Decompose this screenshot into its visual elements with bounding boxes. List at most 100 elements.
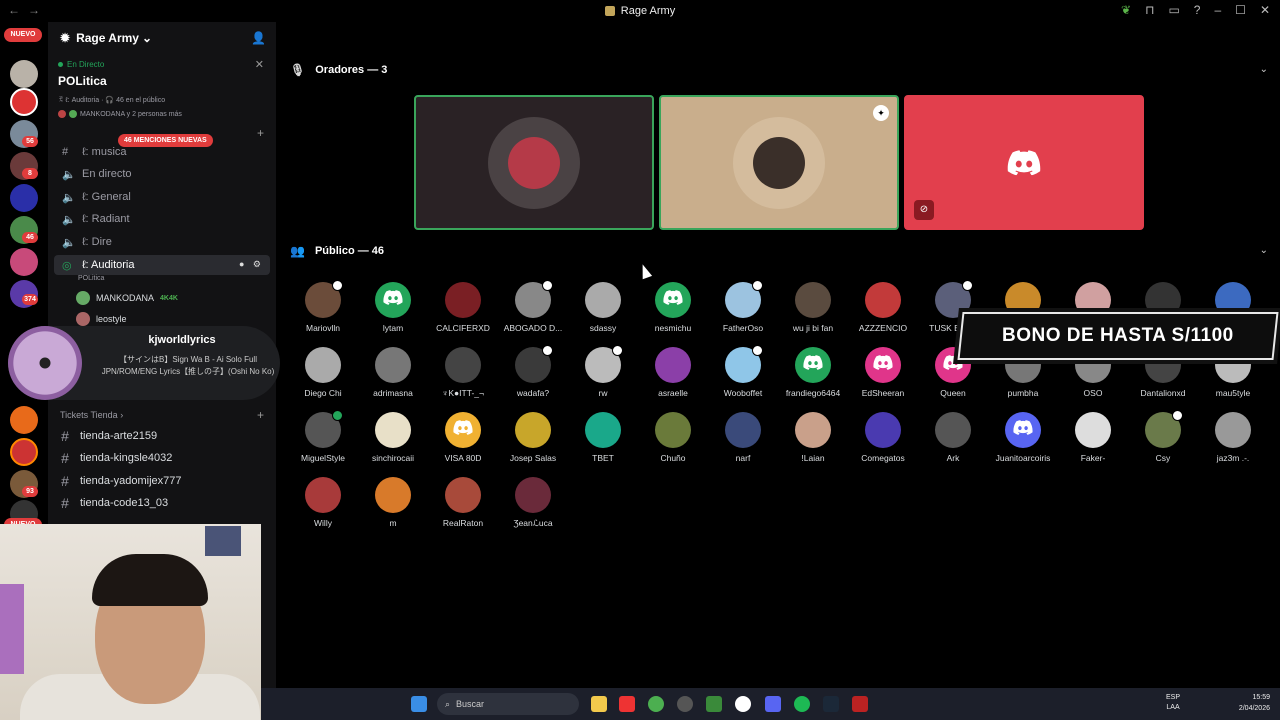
speaker-tile[interactable] xyxy=(414,95,654,230)
text-channel[interactable]: # tienda-arte2159 xyxy=(58,426,157,446)
audience-member[interactable]: RealRaton xyxy=(428,477,498,528)
audience-member[interactable]: jaz3m .-. xyxy=(1198,412,1268,463)
file-explorer-icon[interactable] xyxy=(591,696,607,712)
text-channel[interactable]: # tienda-kingsle4032 xyxy=(58,448,172,468)
audience-member[interactable]: Diego Chi xyxy=(288,347,358,398)
audience-member[interactable]: lytam xyxy=(358,282,428,333)
channel-radiant[interactable]: 🔈 ℓ: Radiant xyxy=(54,209,270,229)
member-mankodana[interactable]: MANKODANA 4K4K xyxy=(76,289,178,307)
taskbar-search[interactable]: ⌕ Buscar xyxy=(437,693,579,715)
server-icon-10[interactable] xyxy=(10,438,38,466)
audience-member[interactable]: m xyxy=(358,477,428,528)
language-indicator[interactable]: ESP LAA xyxy=(1166,693,1180,713)
clock[interactable]: 15:59 2/04/2026 xyxy=(1239,692,1270,714)
audience-member[interactable]: wadafa? xyxy=(498,345,568,398)
leaf-icon[interactable]: ❦ xyxy=(1121,3,1131,17)
text-channel[interactable]: # tienda-code13_03 xyxy=(58,493,168,513)
g-hub-icon[interactable] xyxy=(735,696,751,712)
audience-member[interactable]: Comegatos xyxy=(848,412,918,463)
audience-member[interactable]: ABOGADO D... xyxy=(498,280,568,333)
chevron-down-icon[interactable]: ⌄ xyxy=(1260,64,1268,75)
help-icon[interactable]: ? xyxy=(1194,3,1201,17)
audience-member[interactable]: asraelle xyxy=(638,347,708,398)
close-icon[interactable]: ✕ xyxy=(1260,3,1270,17)
server-icon-7[interactable] xyxy=(10,248,38,276)
audience-member[interactable]: sinchirocaii xyxy=(358,412,428,463)
audience-icon: 👥 xyxy=(290,244,305,258)
close-live-icon[interactable]: ✕ xyxy=(255,58,264,71)
audience-member[interactable]: nesmichu xyxy=(638,282,708,333)
avatar xyxy=(515,345,553,383)
audience-member[interactable]: frandiego6464 xyxy=(778,347,848,398)
audience-member[interactable]: EdSheeran xyxy=(848,347,918,398)
audience-member[interactable]: TBET xyxy=(568,412,638,463)
audience-member[interactable]: sdassy xyxy=(568,282,638,333)
dota-icon[interactable] xyxy=(852,696,868,712)
inbox-icon[interactable]: ▭ xyxy=(1168,3,1179,17)
avatar xyxy=(515,280,553,318)
audience-name: pumbha xyxy=(1007,388,1039,398)
audience-name: Queen xyxy=(940,388,966,398)
pin-icon[interactable]: ⊓ xyxy=(1145,3,1154,17)
avatar xyxy=(445,282,481,318)
audience-member[interactable]: FatherOso xyxy=(708,280,778,333)
audience-member[interactable]: Csy xyxy=(1128,410,1198,463)
add-ticket-channel-icon[interactable]: + xyxy=(257,408,264,422)
channel-dire[interactable]: 🔈 ℓ: Dire xyxy=(54,232,270,252)
chrome-icon[interactable] xyxy=(648,696,664,712)
server-icon-9[interactable] xyxy=(10,406,38,434)
audience-member[interactable]: MiguelStyle xyxy=(288,410,358,463)
text-channel[interactable]: # tienda-yadomijex777 xyxy=(58,471,181,491)
audience-member[interactable]: Juanitoarcoiris xyxy=(988,412,1058,463)
audience-member[interactable]: Chuño xyxy=(638,412,708,463)
audience-name: EdSheeran xyxy=(861,388,905,398)
youtube-icon[interactable] xyxy=(619,696,635,712)
steam-icon[interactable] xyxy=(823,696,839,712)
speaker-tile[interactable]: ⊘ xyxy=(904,95,1144,230)
audience-member[interactable]: CALCIFERXD xyxy=(428,282,498,333)
channel-tools[interactable]: ● ⚙ xyxy=(239,259,264,270)
audience-member[interactable]: Ark xyxy=(918,412,988,463)
speaker-icon: 🔈 xyxy=(62,191,76,204)
audience-member[interactable]: Josep Salas xyxy=(498,412,568,463)
minimize-icon[interactable]: – xyxy=(1214,3,1221,17)
server-icon-2[interactable] xyxy=(10,88,38,116)
windows-start-icon[interactable] xyxy=(411,696,427,712)
server-icon-1[interactable] xyxy=(10,60,38,88)
github-icon[interactable] xyxy=(677,696,693,712)
audience-member[interactable]: rw xyxy=(568,345,638,398)
add-user-icon[interactable]: 👤 xyxy=(251,31,266,45)
channel-auditoria[interactable]: ◎ ℓ: Auditoria ● ⚙ xyxy=(54,255,270,275)
audience-member[interactable]: Willy xyxy=(288,477,358,528)
razer-icon[interactable] xyxy=(706,696,722,712)
audience-member[interactable]: Mariovlln xyxy=(288,280,358,333)
audience-name: RealRaton xyxy=(442,518,484,528)
maximize-icon[interactable]: ☐ xyxy=(1235,3,1246,17)
audience-name: Josep Salas xyxy=(509,453,557,463)
mentions-badge[interactable]: 46 MENCIONES NUEVAS xyxy=(118,134,213,147)
server-header[interactable]: ✹ Rage Army ⌄ 👤 xyxy=(48,22,276,54)
audience-member[interactable]: AZZZENCIO xyxy=(848,282,918,333)
speaker-tile[interactable]: ✦ xyxy=(659,95,899,230)
avatar xyxy=(795,347,831,383)
add-channel-icon[interactable]: + xyxy=(257,126,264,140)
channel-en-directo[interactable]: 🔈 En directo xyxy=(54,164,270,184)
audience-member[interactable]: adrimasna xyxy=(358,347,428,398)
nav-arrows[interactable]: ←→ xyxy=(8,3,48,17)
spotify-icon[interactable] xyxy=(794,696,810,712)
audience-member[interactable]: Faker- xyxy=(1058,412,1128,463)
chevron-down-icon[interactable]: ⌄ xyxy=(1260,245,1268,256)
tickets-category[interactable]: Tickets Tienda › xyxy=(60,410,123,420)
audience-member[interactable]: Wooboffet xyxy=(708,345,778,398)
channel-general[interactable]: 🔈 ℓ: General xyxy=(54,187,270,207)
audience-member[interactable]: !Laian xyxy=(778,412,848,463)
discord-taskbar-icon[interactable] xyxy=(765,696,781,712)
avatar xyxy=(445,412,481,448)
server-icon-5[interactable] xyxy=(10,184,38,212)
audience-member[interactable]: wu ji bi fan xyxy=(778,282,848,333)
audience-member[interactable]: narf xyxy=(708,412,778,463)
audience-member[interactable]: ♆K●ITT-_¬ xyxy=(428,347,498,398)
audience-member[interactable]: Ʒeanℒuca xyxy=(498,477,568,529)
audience-member[interactable]: VISA 80D xyxy=(428,412,498,463)
live-stage-name[interactable]: POLitica xyxy=(58,74,107,88)
